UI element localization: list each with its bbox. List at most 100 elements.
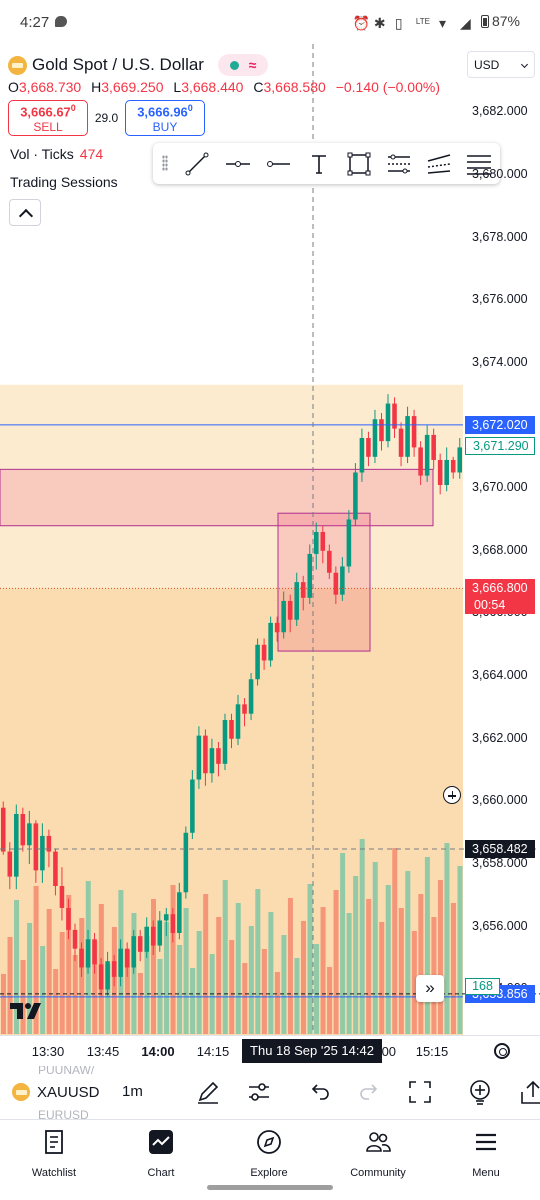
candle-body [203, 735, 208, 774]
fullscreen-icon[interactable] [407, 1079, 433, 1105]
volume-bar [274, 972, 280, 1034]
candle-body [411, 416, 417, 448]
volume-bar [53, 969, 59, 1034]
ohlc-high: 3,669.250 [101, 79, 164, 95]
candle-body [242, 704, 247, 714]
share-icon[interactable] [518, 1079, 540, 1105]
volume-bar [450, 903, 456, 1034]
collapse-legend-button[interactable] [9, 199, 41, 226]
sell-pip: 0 [70, 103, 76, 113]
add-alert-plus-icon[interactable] [443, 786, 461, 804]
text-icon[interactable] [306, 151, 332, 177]
chart-legend: Gold Spot / U.S. Dollar ≈ O3,668.730 H3,… [8, 54, 446, 136]
volume-bar [372, 862, 378, 1034]
redo-icon[interactable] [357, 1079, 383, 1105]
ohlc-high-key: H [91, 79, 102, 95]
currency-select[interactable]: USD [467, 51, 535, 78]
candle-body [437, 459, 443, 486]
battery-icon [480, 14, 489, 28]
candle-body [137, 936, 143, 952]
candle-body [398, 428, 404, 457]
ask-price-tag: 3,672.020 [465, 415, 535, 434]
symbol-selector[interactable]: XAUUSD [12, 1083, 100, 1101]
ghost-symbol-below: EURUSD [38, 1108, 89, 1120]
candle-body [248, 679, 254, 714]
scroll-to-realtime-button[interactable]: » [416, 975, 444, 1002]
undo-icon[interactable] [306, 1079, 332, 1105]
drag-handle-icon[interactable] [162, 155, 168, 171]
nav-label: Community [350, 1167, 406, 1179]
volume-bar [346, 913, 352, 1034]
time-axis[interactable]: 13:30 13:45 14:00 14:15 :00 15:15 Thu 18… [0, 1035, 540, 1066]
chart-bottom-toolbar: PUUNAW/ EURUSD XAUUSD 1m [0, 1066, 540, 1120]
volume-bar [248, 926, 254, 1034]
horizontal-line-icon[interactable] [265, 151, 291, 177]
candle-body [450, 459, 456, 473]
candle-body [27, 823, 32, 846]
notification-icon [55, 16, 67, 27]
fib-retracement-icon[interactable] [386, 151, 412, 177]
volume-bar [183, 908, 189, 1034]
volume-bar [242, 963, 248, 1034]
nav-menu[interactable]: Menu [436, 1129, 536, 1179]
trading-sessions-legend[interactable]: Trading Sessions [10, 174, 118, 190]
volume-bar [235, 903, 241, 1034]
trade-buttons: 3,666.670 SELL 29.0 3,666.960 BUY [8, 100, 205, 136]
candle-body [333, 572, 339, 595]
chart-area[interactable] [0, 44, 540, 1075]
price-tick: 3,678.000 [472, 229, 528, 244]
ohlc-values: O3,668.730 H3,669.250 L3,668.440 C3,668.… [8, 79, 446, 95]
drawing-pen-icon[interactable] [195, 1079, 221, 1105]
candle-body [216, 748, 221, 764]
time-tick: 13:45 [86, 1044, 120, 1059]
candle-body [255, 644, 260, 680]
buy-pip: 0 [187, 103, 193, 113]
parallel-channel-icon[interactable] [426, 151, 452, 177]
last-price-tag: 3,666.800 [465, 579, 535, 598]
volume-indicator-legend[interactable]: Vol · Ticks 474 [10, 146, 103, 162]
volume-bar [392, 848, 398, 1034]
volume-tag: 168 [465, 978, 500, 995]
sessions-label: Trading Sessions [10, 174, 118, 190]
market-status-pill[interactable]: ≈ [217, 54, 268, 76]
candle-body [177, 892, 182, 934]
candle-body [385, 403, 391, 442]
nav-watchlist[interactable]: Watchlist [4, 1129, 104, 1179]
ray-icon[interactable] [225, 151, 251, 177]
nav-explore[interactable]: Explore [219, 1129, 319, 1179]
add-alert-icon[interactable] [467, 1079, 493, 1105]
volume-bar [405, 871, 411, 1034]
sell-button[interactable]: 3,666.670 SELL [8, 100, 88, 136]
candle-body [222, 719, 228, 764]
volume-label: Vol · Ticks [10, 146, 74, 162]
candle-body [72, 929, 78, 949]
candle-body [235, 704, 241, 739]
volume-bar [190, 968, 196, 1034]
price-tick: 3,660.000 [472, 793, 528, 808]
volume-bar [150, 899, 157, 1034]
price-chart[interactable] [0, 44, 540, 1075]
candle-body [229, 719, 234, 739]
volume-bar [314, 944, 320, 1034]
symbol-title[interactable]: Gold Spot / U.S. Dollar [32, 55, 204, 75]
candle-body [144, 926, 150, 952]
candle-body [170, 914, 176, 934]
volume-bar [457, 866, 463, 1034]
volume-value: 474 [79, 146, 104, 162]
rectangle-icon[interactable] [346, 151, 372, 177]
ohlc-close: 3,668.580 [263, 79, 326, 95]
buy-label: BUY [152, 120, 178, 135]
volume-bar [255, 889, 261, 1034]
nav-community[interactable]: Community [328, 1129, 428, 1179]
chart-settings-icon[interactable] [494, 1043, 510, 1059]
buy-button[interactable]: 3,666.960 BUY [125, 100, 205, 136]
candle-body [281, 600, 286, 633]
indicators-icon[interactable] [246, 1079, 272, 1105]
trend-line-icon[interactable] [184, 151, 210, 177]
candle-body [327, 550, 332, 573]
price-tick: 3,664.000 [472, 668, 528, 683]
interval-selector[interactable]: 1m [122, 1083, 143, 1100]
nav-label: Watchlist [31, 1167, 77, 1179]
nav-chart[interactable]: Chart [111, 1129, 211, 1179]
volume-bar [294, 958, 300, 1034]
